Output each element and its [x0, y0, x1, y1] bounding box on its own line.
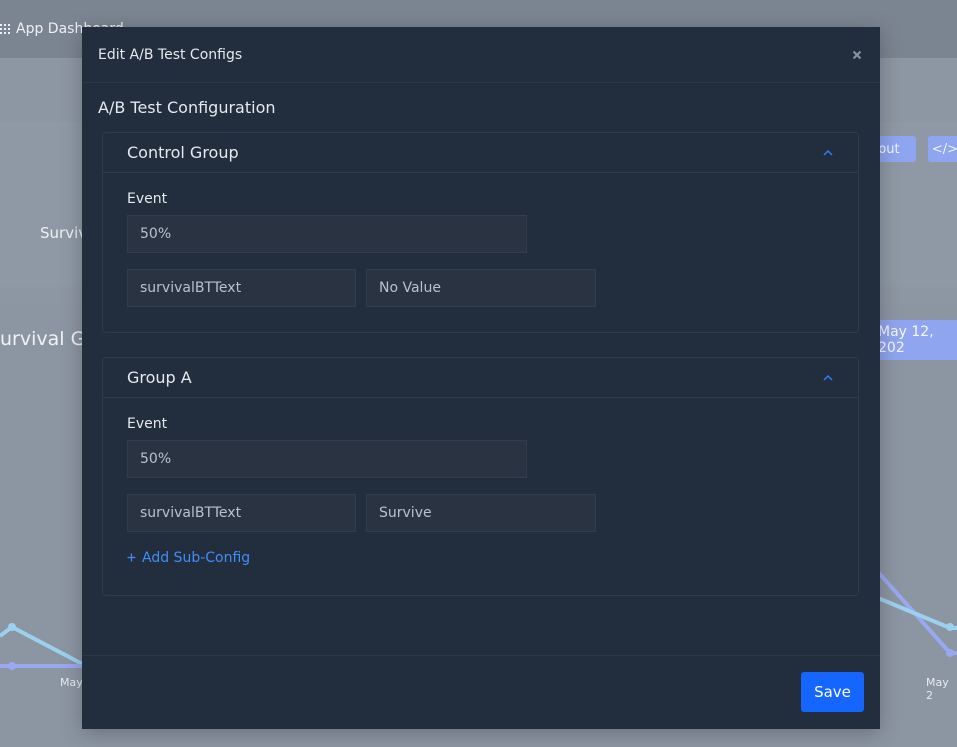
config-row: survivalBTText No Value: [127, 269, 834, 307]
plus-icon: [127, 550, 136, 566]
background-axis-label: May: [60, 676, 83, 689]
config-row: survivalBTText Survive: [127, 494, 834, 532]
config-key-field[interactable]: survivalBTText: [127, 494, 356, 532]
control-group-body: Event 50% survivalBTText No Value: [103, 173, 858, 307]
group-a-body: Event 50% survivalBTText Survive Add Sub…: [103, 398, 858, 566]
group-a-panel: Group A Event 50% survivalBTText Survive…: [102, 357, 859, 596]
config-value-field[interactable]: Survive: [366, 494, 596, 532]
config-value-field[interactable]: No Value: [366, 269, 596, 307]
edit-ab-test-modal: Edit A/B Test Configs A/B Test Configura…: [82, 27, 880, 729]
control-group-header[interactable]: Control Group: [103, 133, 858, 173]
event-field[interactable]: 50%: [127, 440, 527, 478]
save-button[interactable]: Save: [801, 672, 864, 712]
close-icon[interactable]: [850, 48, 864, 62]
modal-footer: Save: [82, 655, 880, 729]
chevron-up-icon[interactable]: [822, 147, 834, 159]
add-sub-config-link[interactable]: Add Sub-Config: [127, 550, 834, 566]
group-title: Group A: [127, 368, 192, 387]
event-label: Event: [127, 416, 168, 432]
modal-header: Edit A/B Test Configs: [82, 27, 880, 83]
control-group-panel: Control Group Event 50% survivalBTText N…: [102, 132, 859, 333]
chevron-up-icon[interactable]: [822, 372, 834, 384]
add-sub-config-label: Add Sub-Config: [142, 550, 251, 566]
modal-title: Edit A/B Test Configs: [98, 46, 243, 63]
group-title: Control Group: [127, 143, 239, 162]
event-label: Event: [127, 191, 168, 207]
event-field[interactable]: 50%: [127, 215, 527, 253]
group-a-header[interactable]: Group A: [103, 358, 858, 398]
config-key-field[interactable]: survivalBTText: [127, 269, 356, 307]
section-title: A/B Test Configuration: [98, 98, 276, 117]
background-axis-label: May 2: [926, 676, 949, 702]
